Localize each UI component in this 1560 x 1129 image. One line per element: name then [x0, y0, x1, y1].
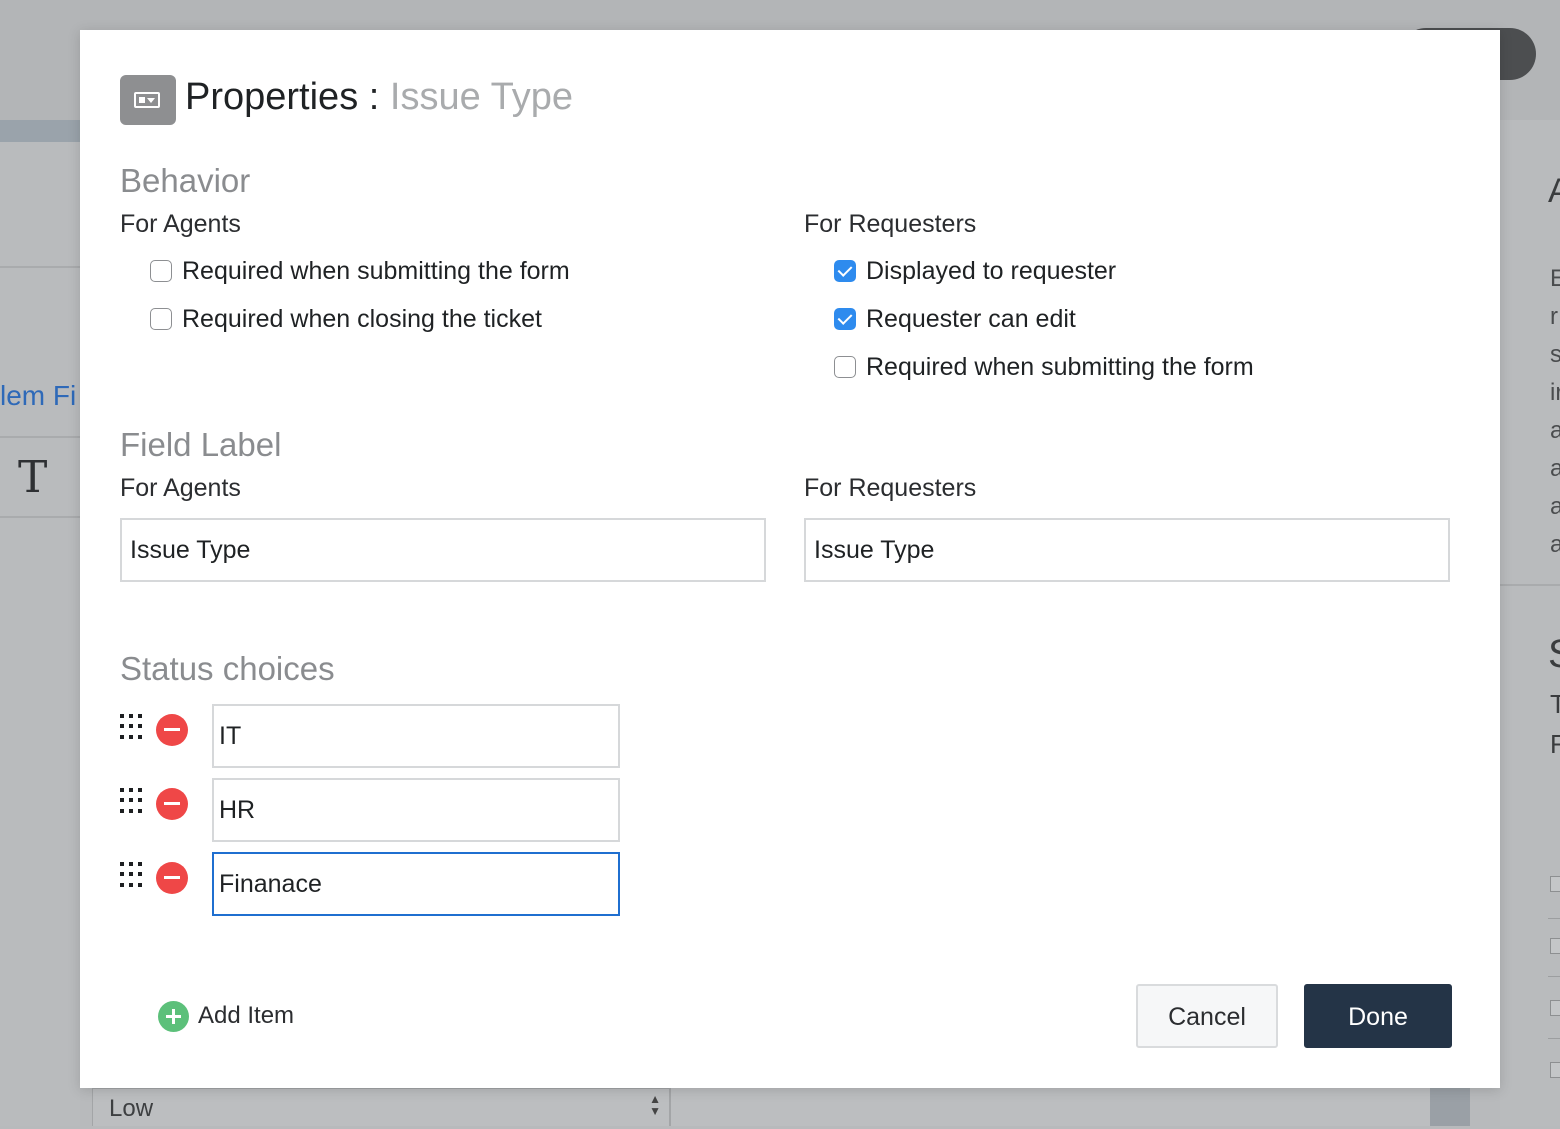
bg-divider: [0, 436, 80, 438]
behavior-agents-heading: For Agents: [120, 210, 241, 238]
choice-input-focused[interactable]: Finanace: [212, 852, 620, 916]
choice-input[interactable]: HR: [212, 778, 620, 842]
bg-link[interactable]: lem Fi: [0, 380, 76, 412]
bg-divider: [1500, 584, 1560, 586]
bg-checkbox[interactable]: [1550, 1062, 1560, 1078]
requester-required-submit-option[interactable]: Required when submitting the form: [834, 351, 1254, 383]
plus-circle-icon: [158, 1000, 189, 1032]
bg-checkbox[interactable]: [1550, 938, 1560, 954]
choice-input[interactable]: IT: [212, 704, 620, 768]
bg-divider: [1548, 918, 1560, 919]
bg-priority-select[interactable]: Low ▲ ▼: [92, 1088, 670, 1126]
checkbox-label: Requester can edit: [866, 304, 1076, 333]
text-field-type-icon[interactable]: T: [18, 452, 47, 503]
dialog-title-main: Properties: [185, 76, 359, 118]
agent-required-submit-checkbox[interactable]: [150, 260, 172, 282]
add-item-label: Add Item: [198, 1002, 295, 1029]
agent-required-close-checkbox[interactable]: [150, 308, 172, 330]
requester-displayed-checkbox[interactable]: [834, 260, 856, 282]
bg-band: [0, 120, 80, 142]
status-choices-heading: Status choices: [120, 650, 335, 687]
behavior-requesters-heading: For Requesters: [804, 210, 977, 238]
requester-can-edit-checkbox[interactable]: [834, 308, 856, 330]
drag-handle-icon[interactable]: [120, 862, 146, 888]
drag-handle-icon[interactable]: [120, 714, 146, 740]
checkbox-label: Required when closing the ticket: [182, 304, 542, 333]
remove-choice-button[interactable]: [156, 714, 188, 746]
checkbox-label: Displayed to requester: [866, 256, 1117, 285]
drag-handle-icon[interactable]: [120, 788, 146, 814]
dialog-title-field: Issue Type: [389, 76, 573, 118]
bg-select-adjacent-2: [1430, 1088, 1470, 1126]
bg-panel-heading: A: [1548, 172, 1560, 210]
cancel-button[interactable]: Cancel: [1136, 984, 1278, 1048]
checkbox-label: Required when submitting the form: [866, 352, 1254, 381]
add-item-button[interactable]: Add Item: [158, 1000, 294, 1032]
field-label-requesters-heading: For Requesters: [804, 474, 977, 502]
dialog-title-separator: :: [358, 76, 390, 118]
bg-panel-heading-2: S: [1548, 632, 1560, 677]
properties-dialog: Properties : Issue Type Behavior For Age…: [80, 30, 1500, 1088]
remove-choice-button[interactable]: [156, 788, 188, 820]
select-arrows-icon: ▲ ▼: [649, 1092, 661, 1118]
bg-divider: [1548, 976, 1560, 977]
field-label-heading: Field Label: [120, 426, 282, 463]
field-label-agents-heading: For Agents: [120, 474, 241, 502]
requester-required-submit-checkbox[interactable]: [834, 356, 856, 378]
done-button[interactable]: Done: [1304, 984, 1452, 1048]
agent-required-close-option[interactable]: Required when closing the ticket: [150, 303, 542, 335]
bg-left-column: [0, 142, 80, 1126]
bg-checkbox[interactable]: [1550, 1000, 1560, 1016]
requester-can-edit-option[interactable]: Requester can edit: [834, 303, 1076, 335]
bg-divider: [0, 516, 80, 518]
bg-divider: [1548, 1038, 1560, 1039]
bg-select-value: Low: [109, 1095, 154, 1122]
agent-required-submit-option[interactable]: Required when submitting the form: [150, 255, 570, 287]
bg-select-adjacent: [670, 1088, 1431, 1126]
dialog-title: Properties : Issue Type: [185, 76, 573, 119]
checkbox-label: Required when submitting the form: [182, 256, 570, 285]
bg-divider: [0, 266, 80, 268]
bg-panel-text: E r s ir a a a a: [1550, 265, 1560, 558]
bg-checkbox[interactable]: [1550, 876, 1560, 892]
dropdown-field-icon: [120, 75, 176, 125]
behavior-heading: Behavior: [120, 162, 251, 199]
bg-panel-text-2: T F: [1550, 689, 1560, 759]
requester-label-field[interactable]: Issue Type: [804, 518, 1450, 582]
requester-displayed-option[interactable]: Displayed to requester: [834, 255, 1116, 287]
remove-choice-button[interactable]: [156, 862, 188, 894]
agent-label-field[interactable]: Issue Type: [120, 518, 766, 582]
